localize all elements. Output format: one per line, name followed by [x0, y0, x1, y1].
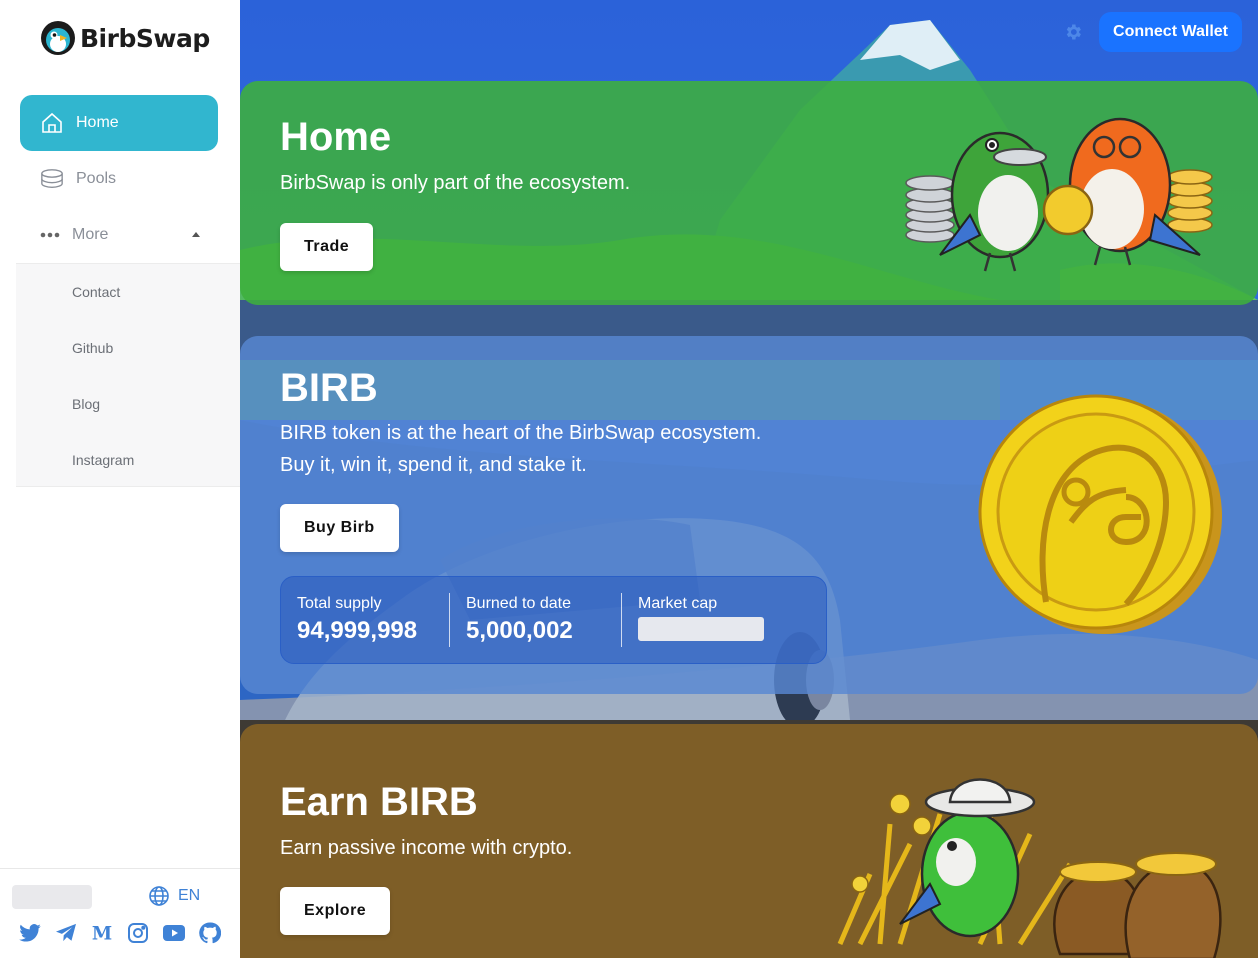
social-links: M: [18, 921, 234, 945]
earn-card: Earn BIRB Earn passive income with crypt…: [240, 724, 1258, 958]
submenu-item-blog[interactable]: Blog: [16, 376, 240, 432]
coins-icon: [40, 167, 64, 191]
stat-market-cap: Market cap: [622, 577, 822, 663]
birb-card-line1: BIRB token is at the heart of the BirbSw…: [280, 422, 762, 444]
home-card-text: BirbSwap is only part of the ecosystem.: [280, 172, 631, 194]
nav-item-home[interactable]: Home: [20, 95, 218, 151]
more-submenu: Contact Github Blog Instagram: [16, 263, 240, 487]
twitter-icon[interactable]: [18, 921, 42, 945]
earn-card-text: Earn passive income with crypto.: [280, 837, 573, 859]
home-card: Home BirbSwap is only part of the ecosys…: [240, 81, 1258, 305]
telegram-icon[interactable]: [54, 921, 78, 945]
explore-button[interactable]: Explore: [280, 887, 391, 935]
token-stats-panel: Total supply 94,999,998 Burned to date 5…: [280, 576, 827, 664]
birb-card-line2: Buy it, win it, spend it, and stake it.: [280, 454, 587, 476]
stat-total-supply: Total supply 94,999,998: [281, 577, 449, 663]
nav-item-pools[interactable]: Pools: [20, 151, 218, 207]
trade-button[interactable]: Trade: [280, 223, 374, 271]
brand-logo[interactable]: BirbSwap: [40, 18, 210, 58]
market-cap-label: Market cap: [638, 595, 718, 612]
github-icon[interactable]: [198, 921, 222, 945]
svg-text:M: M: [92, 923, 112, 943]
earn-card-title: Earn BIRB: [280, 780, 478, 824]
total-supply-label: Total supply: [297, 595, 382, 612]
dots-icon: [38, 223, 62, 247]
brand-name: BirbSwap: [80, 23, 210, 53]
birb-card: BIRB BIRB token is at the heart of the B…: [240, 336, 1258, 694]
nav-label-home: Home: [76, 114, 119, 131]
language-label: EN: [178, 887, 201, 904]
stat-burned: Burned to date 5,000,002: [450, 577, 621, 663]
nav-item-more[interactable]: More: [20, 207, 218, 263]
birb-card-title: BIRB: [280, 366, 378, 410]
burned-value: 5,000,002: [466, 617, 573, 644]
connect-wallet-button[interactable]: Connect Wallet: [1099, 12, 1242, 52]
farmer-bird-illustration: [837, 778, 1222, 958]
submenu-item-instagram[interactable]: Instagram: [16, 432, 240, 488]
burned-label: Burned to date: [466, 595, 571, 612]
submenu-item-github[interactable]: Github: [16, 320, 240, 376]
birb-logo-icon: [41, 21, 75, 55]
sidebar-footer: EN M: [0, 868, 240, 958]
caret-up-icon: [192, 232, 200, 237]
market-cap-placeholder: [638, 617, 764, 641]
gear-icon[interactable]: [1061, 20, 1085, 44]
birb-coin-illustration: [978, 394, 1222, 634]
buy-birb-button[interactable]: Buy Birb: [280, 504, 399, 552]
token-price-placeholder: [12, 885, 92, 909]
medium-icon[interactable]: M: [90, 921, 114, 945]
nav-label-pools: Pools: [76, 170, 117, 187]
globe-icon: [149, 886, 169, 906]
birds-with-coins-illustration: [905, 117, 1213, 272]
home-card-title: Home: [280, 115, 392, 159]
home-icon: [40, 111, 64, 135]
main-content: Connect Wallet Home BirbSwap is only par…: [240, 0, 1258, 958]
submenu-item-contact[interactable]: Contact: [16, 264, 240, 320]
sidebar: BirbSwap Home Pools More Contact Github …: [0, 0, 240, 958]
instagram-icon[interactable]: [126, 921, 150, 945]
total-supply-value: 94,999,998: [297, 617, 418, 644]
language-selector[interactable]: EN: [148, 885, 200, 907]
youtube-icon[interactable]: [162, 921, 186, 945]
top-actions: Connect Wallet: [1061, 12, 1242, 52]
nav-label-more: More: [72, 226, 109, 243]
